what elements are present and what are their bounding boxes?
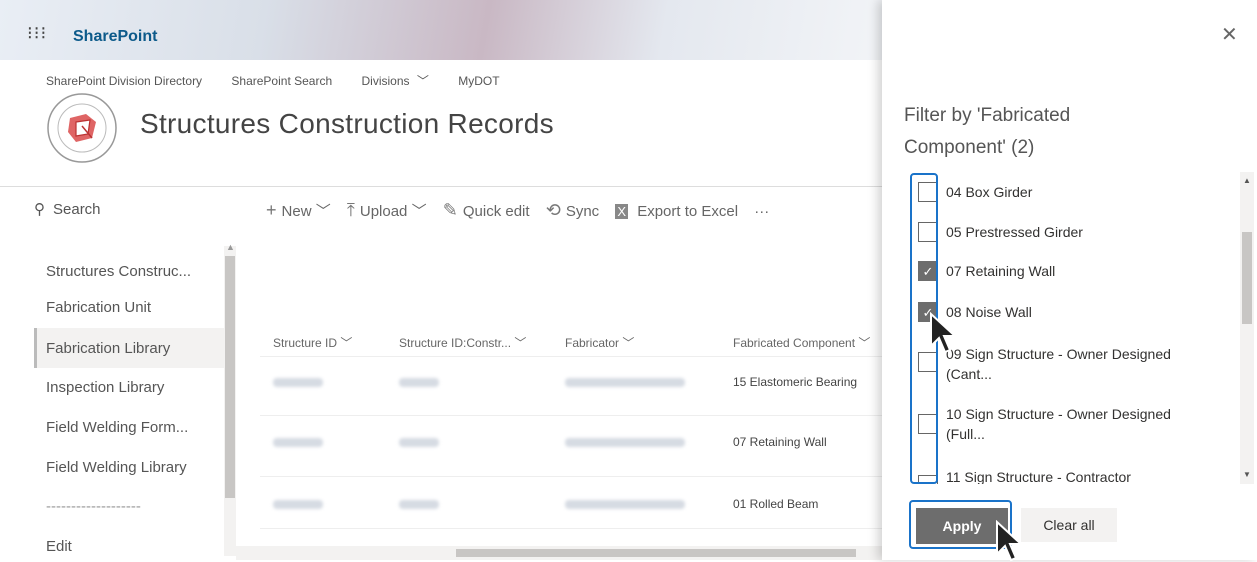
nav-item-field-welding-form[interactable]: Field Welding Form... — [46, 419, 188, 436]
chevron-down-icon: ﹀ — [416, 74, 429, 88]
hub-nav: SharePoint Division Directory SharePoint… — [46, 72, 526, 89]
redacted-cell — [565, 378, 685, 387]
redacted-cell — [273, 438, 323, 447]
filter-option-label-cont: (Full... — [946, 426, 985, 442]
app-launcher-icon[interactable]: ⁝⁝⁝ — [27, 24, 47, 42]
site-title[interactable]: Structures Construction Records — [140, 108, 554, 140]
redacted-cell — [565, 438, 685, 447]
filter-option-label: 08 Noise Wall — [946, 304, 1032, 320]
more-actions-button[interactable]: ··· — [754, 203, 769, 220]
pencil-icon: ✎ — [442, 200, 458, 220]
redacted-cell — [399, 378, 439, 387]
filter-option-label: 07 Retaining Wall — [946, 263, 1056, 279]
column-header-fabricator[interactable]: Fabricator ﹀ — [565, 334, 634, 351]
nav-item-fabrication-unit[interactable]: Fabrication Unit — [46, 299, 151, 316]
search-placeholder: Search — [53, 201, 101, 218]
scroll-down-icon[interactable]: ▼ — [1243, 470, 1251, 479]
row-divider — [260, 528, 882, 529]
chevron-down-icon: ﹀ — [514, 336, 527, 350]
filter-option-list: 04 Box Girder 05 Prestressed Girder ✓ 07… — [910, 172, 1240, 484]
cell-fabricated-component: 01 Rolled Beam — [733, 497, 819, 511]
sharepoint-brand[interactable]: SharePoint — [73, 28, 157, 46]
upload-button[interactable]: ⤒ Upload ﹀ — [346, 200, 427, 220]
filter-option-label: 05 Prestressed Girder — [946, 224, 1083, 240]
cell-fabricated-component: 15 Elastomeric Bearing — [733, 375, 858, 389]
cell-fabricated-component: 07 Retaining Wall — [733, 435, 827, 449]
redacted-cell — [273, 500, 323, 509]
filter-list-scrollbar[interactable]: ▲ ▼ — [1240, 172, 1254, 484]
chevron-down-icon: ﹀ — [411, 203, 427, 220]
redacted-cell — [273, 378, 323, 387]
hub-nav-mydot[interactable]: MyDOT — [458, 74, 499, 88]
filter-option-label-cont: (Cant... — [946, 366, 992, 382]
nav-item-structures-construction[interactable]: Structures Construc... — [46, 263, 191, 280]
horizontal-scrollbar[interactable] — [236, 546, 882, 560]
cursor-icon — [930, 312, 957, 354]
upload-icon: ⤒ — [346, 200, 355, 220]
plus-icon: + — [266, 200, 277, 220]
sync-button[interactable]: ⟲ Sync — [545, 200, 599, 220]
column-header-fabricated-component[interactable]: Fabricated Component ﹀ — [733, 334, 870, 351]
redacted-cell — [399, 438, 439, 447]
scrollbar-thumb[interactable] — [456, 549, 856, 557]
clear-all-button[interactable]: Clear all — [1021, 508, 1117, 542]
search-icon: ⚲ — [34, 201, 45, 218]
search-box[interactable]: ⚲ Search — [34, 200, 101, 218]
chevron-down-icon: ﹀ — [340, 336, 353, 350]
hub-nav-search[interactable]: SharePoint Search — [231, 74, 332, 88]
redacted-cell — [565, 500, 685, 509]
nav-item-fabrication-library[interactable]: Fabrication Library — [46, 340, 170, 357]
quick-edit-button[interactable]: ✎ Quick edit — [442, 200, 530, 220]
row-divider — [260, 476, 882, 477]
scroll-up-icon[interactable]: ▲ — [1243, 176, 1251, 185]
chevron-down-icon: ﹀ — [622, 336, 635, 350]
command-bar: + New ﹀ ⤒ Upload ﹀ ✎ Quick edit ⟲ Sync X Exp… — [266, 200, 781, 221]
scroll-up-icon[interactable]: ▲ — [226, 242, 235, 252]
filter-option-label: 04 Box Girder — [946, 184, 1033, 200]
filter-option-label: 10 Sign Structure - Owner Designed — [946, 406, 1171, 422]
divider — [0, 186, 882, 187]
excel-icon: X — [615, 204, 629, 219]
export-excel-button[interactable]: X Export to Excel — [615, 203, 738, 220]
filter-option-label: 11 Sign Structure - Contractor — [946, 469, 1131, 484]
nav-item-field-welding-library[interactable]: Field Welding Library — [46, 459, 187, 476]
chevron-down-icon: ﹀ — [858, 336, 871, 350]
nav-separator: ------------------- — [46, 498, 141, 515]
filter-option-label: 09 Sign Structure - Owner Designed — [946, 346, 1171, 362]
filter-panel-title: Filter by 'Fabricated Component' (2) — [904, 105, 1071, 158]
scrollbar-thumb[interactable] — [1242, 232, 1252, 324]
nav-item-inspection-library[interactable]: Inspection Library — [46, 379, 164, 396]
nav-scrollbar[interactable]: ▲ — [224, 242, 236, 556]
scrollbar-thumb[interactable] — [225, 256, 235, 498]
new-button[interactable]: + New ﹀ — [266, 200, 331, 220]
hub-nav-division-directory[interactable]: SharePoint Division Directory — [46, 74, 202, 88]
header-divider — [260, 356, 882, 357]
row-divider — [260, 415, 882, 416]
column-header-structure-id-constr[interactable]: Structure ID:Constr... ﹀ — [399, 334, 526, 351]
redacted-cell — [399, 500, 439, 509]
nav-item-edit[interactable]: Edit — [46, 538, 72, 555]
close-icon[interactable]: ✕ — [1221, 22, 1238, 47]
column-header-structure-id[interactable]: Structure ID ﹀ — [273, 334, 352, 351]
sync-icon: ⟲ — [545, 200, 561, 220]
chevron-down-icon: ﹀ — [315, 203, 331, 220]
cursor-icon — [996, 520, 1023, 562]
site-logo[interactable] — [46, 92, 118, 164]
hub-nav-divisions[interactable]: Divisions ﹀ — [361, 74, 428, 88]
